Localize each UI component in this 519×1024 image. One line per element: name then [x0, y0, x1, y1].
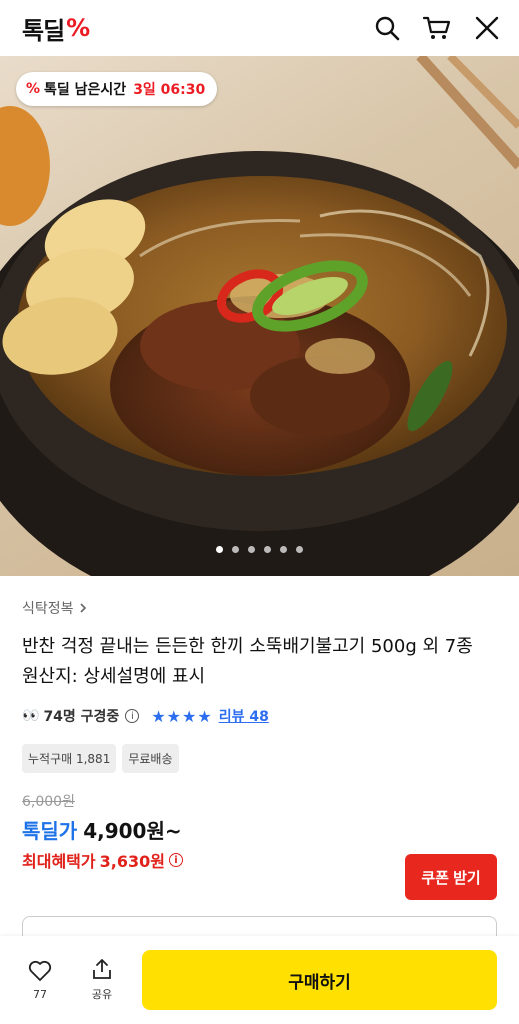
review-link[interactable]: 리뷰 48 — [219, 706, 269, 726]
product-tags: 누적구매 1,881 무료배송 — [22, 744, 502, 773]
share-icon — [93, 959, 111, 979]
chevron-right-icon — [79, 603, 86, 613]
original-price: 6,000원 — [22, 794, 75, 810]
logo-text: 톡딜 — [22, 16, 65, 45]
share-button[interactable]: 공유 — [80, 958, 124, 1002]
header-actions — [373, 14, 501, 42]
cart-icon[interactable] — [423, 14, 451, 42]
deal-price-label: 톡딜가 — [22, 819, 78, 843]
carousel-dot[interactable] — [216, 546, 223, 553]
like-count: 77 — [33, 987, 47, 1001]
buy-button[interactable]: 구매하기 — [142, 950, 497, 1010]
deal-price-value: 4,900원~ — [83, 819, 182, 843]
close-icon[interactable] — [473, 14, 501, 42]
product-title: 반찬 걱정 끝내는 든든한 한끼 소뚝배기불고기 500g 외 7종 — [22, 636, 473, 657]
eyes-icon: 👀 — [22, 708, 39, 724]
bottom-action-bar: 77 공유 구매하기 — [0, 936, 519, 1024]
logo-percent-mark: % — [66, 14, 90, 42]
viewer-count: 74명 구경중 — [43, 709, 120, 725]
product-stats: 👀 74명 구경중 i ★★★★ 리뷰 48 — [22, 706, 502, 726]
product-origin: 원산지: 상세설명에 표시 — [22, 666, 206, 687]
deal-timer-badge: % 톡딜 남은시간 3일 06:30 — [16, 72, 218, 106]
tag-purchase-count: 누적구매 1,881 — [22, 744, 117, 773]
rating-stars: ★★★★ — [151, 706, 213, 726]
tag-free-shipping: 무료배송 — [122, 744, 179, 773]
product-info: 식탁정복 반찬 걱정 끝내는 든든한 한끼 소뚝배기불고기 500g 외 7종 … — [22, 576, 502, 872]
carousel-indicators — [0, 546, 519, 553]
carousel-dot[interactable] — [296, 546, 303, 553]
talkdeal-logo[interactable]: 톡딜 % — [22, 11, 90, 46]
carousel-dot[interactable] — [280, 546, 287, 553]
timer-value: 3일 06:30 — [133, 82, 206, 98]
coupon-button[interactable]: 쿠폰 받기 — [405, 854, 497, 900]
seller-name: 식탁정복 — [22, 601, 74, 617]
search-icon[interactable] — [373, 14, 401, 42]
max-benefit-value: 3,630원 — [99, 852, 165, 871]
carousel-dot[interactable] — [264, 546, 271, 553]
like-button[interactable]: 77 — [18, 960, 62, 1001]
heart-icon — [28, 960, 52, 981]
info-icon[interactable]: i — [125, 709, 140, 723]
deal-percent-icon: % — [26, 81, 41, 97]
share-label: 공유 — [91, 988, 113, 1001]
seller-link[interactable]: 식탁정복 — [22, 598, 502, 618]
top-header: 톡딜 % — [0, 0, 519, 56]
info-icon[interactable]: i — [168, 853, 183, 867]
deal-price-row: 톡딜가 4,900원~ — [22, 815, 502, 844]
bulgogi-pot-image — [0, 56, 519, 576]
carousel-dot[interactable] — [248, 546, 255, 553]
carousel-dot[interactable] — [232, 546, 239, 553]
timer-label: 톡딜 남은시간 — [44, 82, 127, 98]
max-benefit-label: 최대혜택가 — [22, 852, 96, 871]
product-image-carousel[interactable]: % 톡딜 남은시간 3일 06:30 — [0, 56, 519, 576]
